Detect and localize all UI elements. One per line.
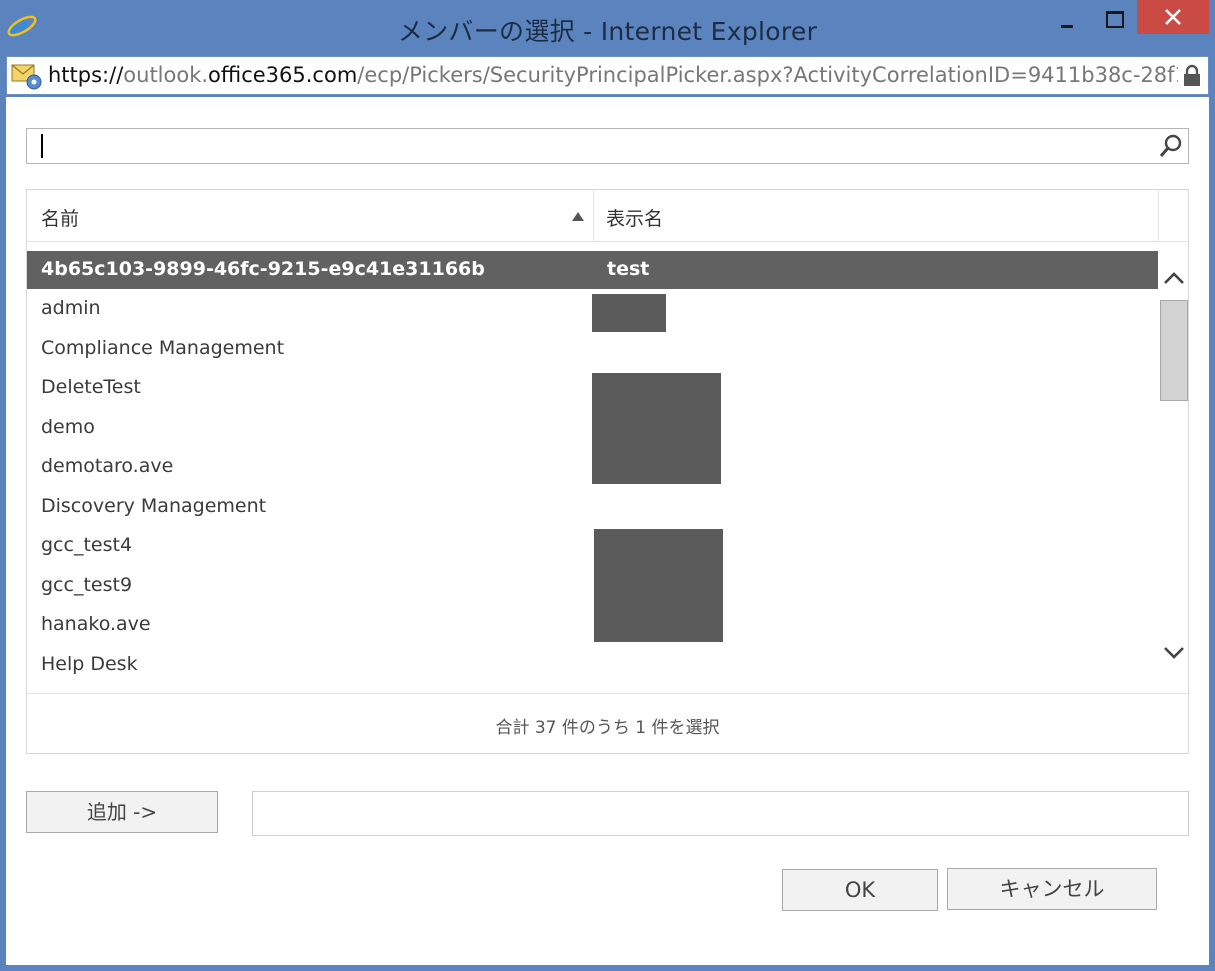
search-icon[interactable]	[1158, 133, 1184, 163]
window-title: メンバーの選択 - Internet Explorer	[397, 17, 818, 46]
text-cursor	[41, 134, 43, 158]
table-row[interactable]: gcc_test9	[27, 567, 1158, 605]
column-header-name-label: 名前	[41, 208, 80, 230]
cell-name: demotaro.ave	[41, 455, 174, 477]
table-row[interactable]: gcc_test4	[27, 527, 1158, 565]
column-header-display-name-label: 表示名	[606, 208, 664, 230]
maximize-button[interactable]	[1092, 0, 1136, 36]
selection-count: 合計 37 件のうち 1 件を選択	[495, 718, 720, 738]
ok-button[interactable]: OK	[782, 869, 938, 911]
sort-ascending-icon	[572, 212, 584, 221]
redaction-block	[592, 294, 666, 332]
url-text: https://outlook.office365.com/ecp/Picker…	[48, 63, 1178, 87]
cell-name: Compliance Management	[41, 337, 285, 359]
member-table: 名前 表示名 4b65c103-9899-46fc-9215-e9c41e311…	[26, 189, 1189, 754]
cell-name: gcc_test4	[41, 534, 133, 556]
close-icon	[1165, 9, 1181, 25]
table-row[interactable]: Discovery Management	[27, 488, 1158, 526]
cell-name: admin	[41, 297, 101, 319]
redaction-block	[592, 373, 721, 484]
lock-icon[interactable]	[1182, 64, 1202, 92]
add-button[interactable]: 追加 ->	[26, 791, 218, 833]
cell-name: Help Desk	[41, 653, 138, 675]
selected-members-field[interactable]	[252, 791, 1189, 836]
table-header: 名前 表示名	[27, 190, 1188, 242]
address-bar[interactable]: https://outlook.office365.com/ecp/Picker…	[6, 56, 1209, 95]
table-footer: 合計 37 件のうち 1 件を選択	[27, 693, 1188, 753]
close-button[interactable]	[1137, 0, 1209, 34]
ie-window: e メンバーの選択 - Internet Explorer https://ou…	[0, 0, 1215, 971]
cell-name: demo	[41, 416, 95, 438]
url-host-main: office365.com	[208, 63, 358, 87]
column-header-name[interactable]: 名前	[27, 190, 594, 242]
cell-name: DeleteTest	[41, 376, 141, 398]
cancel-button[interactable]: キャンセル	[947, 868, 1157, 910]
url-host-sub: outlook.	[123, 63, 209, 87]
table-body: 4b65c103-9899-46fc-9215-e9c41e31166b tes…	[27, 251, 1158, 691]
redaction-block	[594, 529, 723, 642]
table-row[interactable]: hanako.ave	[27, 606, 1158, 644]
cell-display-name: test	[607, 258, 650, 280]
url-path: /ecp/Pickers/SecurityPrincipalPicker.asp…	[357, 63, 1178, 87]
cell-name: gcc_test9	[41, 574, 133, 596]
cell-name: hanako.ave	[41, 613, 151, 635]
url-prefix: https://	[48, 63, 124, 87]
minimize-button[interactable]	[1044, 0, 1090, 36]
dialog-content: 名前 表示名 4b65c103-9899-46fc-9215-e9c41e311…	[6, 97, 1209, 965]
title-bar: e メンバーの選択 - Internet Explorer	[0, 0, 1215, 56]
search-input[interactable]	[26, 128, 1189, 164]
scrollbar-thumb[interactable]	[1160, 300, 1188, 401]
page-mail-icon	[10, 61, 44, 91]
cell-name: 4b65c103-9899-46fc-9215-e9c41e31166b	[41, 258, 485, 280]
table-row[interactable]: Help Desk	[27, 646, 1158, 684]
cell-name: Discovery Management	[41, 495, 267, 517]
table-row[interactable]: 4b65c103-9899-46fc-9215-e9c41e31166b tes…	[27, 251, 1158, 289]
column-header-display-name[interactable]: 表示名	[594, 190, 1159, 242]
scroll-up-icon[interactable]	[1163, 270, 1185, 289]
table-row[interactable]: Compliance Management	[27, 330, 1158, 368]
scroll-down-icon[interactable]	[1163, 645, 1185, 664]
